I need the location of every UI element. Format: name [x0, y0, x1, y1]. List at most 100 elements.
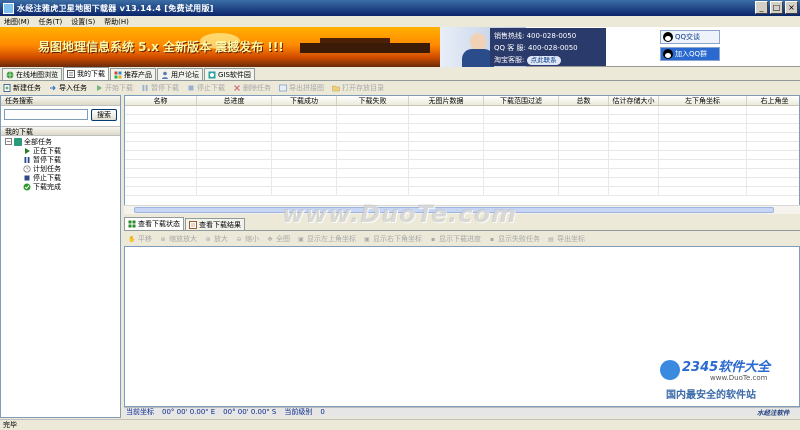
status-grid-icon [128, 220, 136, 228]
table-row[interactable] [125, 106, 799, 115]
tab-gis-software[interactable]: GIS软件园 [204, 68, 255, 80]
table-row[interactable] [125, 169, 799, 178]
qq-penguin-icon [663, 32, 673, 42]
menu-help[interactable]: 帮助(H) [104, 17, 129, 27]
tree-item-stopped[interactable]: 停止下载 [5, 173, 120, 182]
status-bar: 完毕 [0, 419, 800, 430]
show-bottom-right-button[interactable]: ▣ 显示右下角坐标 [363, 234, 422, 244]
tab-label: GIS软件园 [218, 70, 251, 79]
folder-icon [332, 85, 340, 92]
search-button[interactable]: 搜索 [91, 109, 117, 121]
collapse-icon[interactable]: − [5, 138, 12, 145]
column-success[interactable]: 下载成功 [272, 96, 337, 105]
contact-button[interactable]: 点此联系 [526, 56, 561, 65]
column-top-right[interactable]: 右上角坐 [747, 96, 799, 105]
result-icon [189, 220, 197, 229]
table-cell [609, 133, 659, 141]
task-toolbar: 新建任务 导入任务 开始下载 暂停下载 停止下载 删除任务 导出拼接图 打开存放… [0, 82, 800, 94]
table-row[interactable] [125, 187, 799, 196]
table-cell [484, 160, 559, 168]
window-title: 水经注雅虎卫星地图下载器 v13.14.4 [免费试用版] [17, 3, 214, 13]
table-row[interactable] [125, 133, 799, 142]
table-cell [559, 124, 609, 132]
show-progress-button[interactable]: ▪ 显示下载进度 [429, 234, 481, 244]
tab-my-downloads[interactable]: 我的下载 [63, 67, 109, 80]
full-extent-button[interactable]: ✥ 全图 [266, 234, 290, 244]
table-cell [197, 142, 272, 150]
column-total[interactable]: 总数 [559, 96, 609, 105]
show-failed-button[interactable]: ▪ 显示失败任务 [488, 234, 540, 244]
table-row[interactable] [125, 115, 799, 124]
my-downloads-header: 我的下载 [1, 126, 120, 136]
table-cell [484, 106, 559, 114]
table-cell [609, 124, 659, 132]
show-top-left-button[interactable]: ▣ 显示左上角坐标 [297, 234, 356, 244]
tree-item-paused[interactable]: 暂停下载 [5, 155, 120, 164]
table-cell [272, 160, 337, 168]
status-text: 完毕 [3, 421, 17, 429]
qq-penguin-icon [663, 49, 673, 59]
menu-map[interactable]: 地图(M) [4, 17, 30, 27]
table-row[interactable] [125, 124, 799, 133]
tree-item-completed[interactable]: 下载完成 [5, 182, 120, 191]
open-folder-button[interactable]: 打开存放目录 [332, 83, 384, 93]
table-cell [659, 106, 747, 114]
table-row[interactable] [125, 178, 799, 187]
pan-button[interactable]: ✋ 平移 [128, 234, 152, 244]
banner-slogan: 易图地理信息系统 5.x 全新版本 震撼发布 !!! [38, 40, 284, 54]
zoom-out-button[interactable]: ⊖ 缩小 [235, 234, 259, 244]
column-no-image[interactable]: 无图片数据 [409, 96, 484, 105]
stop-download-button[interactable]: 停止下载 [187, 83, 225, 93]
tab-label: 查看下载状态 [138, 220, 180, 228]
globe-icon [6, 71, 14, 78]
banner-image[interactable]: 易图地理信息系统 5.x 全新版本 震撼发布 !!! [0, 27, 440, 67]
table-cell [197, 133, 272, 141]
delete-task-button[interactable]: 删除任务 [233, 83, 271, 93]
column-progress[interactable]: 总进度 [197, 96, 272, 105]
start-download-button[interactable]: 开始下载 [95, 83, 133, 93]
table-cell [125, 106, 197, 114]
tab-download-result[interactable]: 查看下载结果 [185, 218, 245, 230]
tab-recommended[interactable]: 推荐产品 [110, 68, 156, 80]
logo-2345: 2345软件大全 [682, 360, 771, 375]
minimize-button[interactable]: _ [755, 1, 768, 14]
new-task-button[interactable]: 新建任务 [3, 83, 41, 93]
tree-item-downloading[interactable]: 正在下载 [5, 146, 120, 155]
tab-forum[interactable]: 用户论坛 [157, 68, 203, 80]
column-name[interactable]: 名称 [125, 96, 197, 105]
table-cell [125, 133, 197, 141]
qq-join-group-button[interactable]: 加入QQ群 [660, 47, 720, 61]
tool-label: 暂停下载 [151, 84, 179, 92]
menu-task[interactable]: 任务(T) [39, 17, 63, 27]
column-failed[interactable]: 下载失败 [337, 96, 409, 105]
export-coords-button[interactable]: ▤ 导出坐标 [547, 234, 585, 244]
tool-label: 显示右下角坐标 [373, 235, 422, 243]
pause-download-button[interactable]: 暂停下载 [141, 83, 179, 93]
tree-root[interactable]: − 全部任务 [5, 137, 120, 146]
close-button[interactable]: × [785, 1, 798, 14]
export-mosaic-button[interactable]: 导出拼接图 [279, 83, 324, 93]
qq-links: QQ交谈 加入QQ群 [660, 30, 720, 61]
search-row: 搜索 [1, 106, 120, 124]
table-cell [609, 178, 659, 186]
zoom-in-button[interactable]: ⊕ 放大 [204, 234, 228, 244]
table-cell [609, 106, 659, 114]
zoom-box-button[interactable]: ⊕ 缩放放大 [159, 234, 197, 244]
map-toolbar: ✋ 平移 ⊕ 缩放放大 ⊕ 放大 ⊖ 缩小 ✥ 全图 ▣ 显示左上角坐标 ▣ 显… [124, 233, 800, 245]
menu-settings[interactable]: 设置(S) [71, 17, 95, 27]
qq-chat-button[interactable]: QQ交谈 [660, 30, 720, 44]
task-search-input[interactable] [4, 109, 88, 120]
column-storage-size[interactable]: 估计存储大小 [609, 96, 659, 105]
table-row[interactable] [125, 160, 799, 169]
table-cell [409, 106, 484, 114]
import-task-button[interactable]: 导入任务 [49, 83, 87, 93]
column-bottom-left[interactable]: 左下角坐标 [659, 96, 747, 105]
column-range-filter[interactable]: 下载范围过滤 [484, 96, 559, 105]
tab-download-status[interactable]: 查看下载状态 [124, 217, 184, 230]
tree-item-scheduled[interactable]: 计划任务 [5, 164, 120, 173]
table-row[interactable] [125, 142, 799, 151]
table-row[interactable] [125, 151, 799, 160]
maximize-button[interactable]: □ [770, 1, 783, 14]
table-cell [197, 178, 272, 186]
tab-online-map[interactable]: 在线地图浏览 [2, 68, 62, 80]
